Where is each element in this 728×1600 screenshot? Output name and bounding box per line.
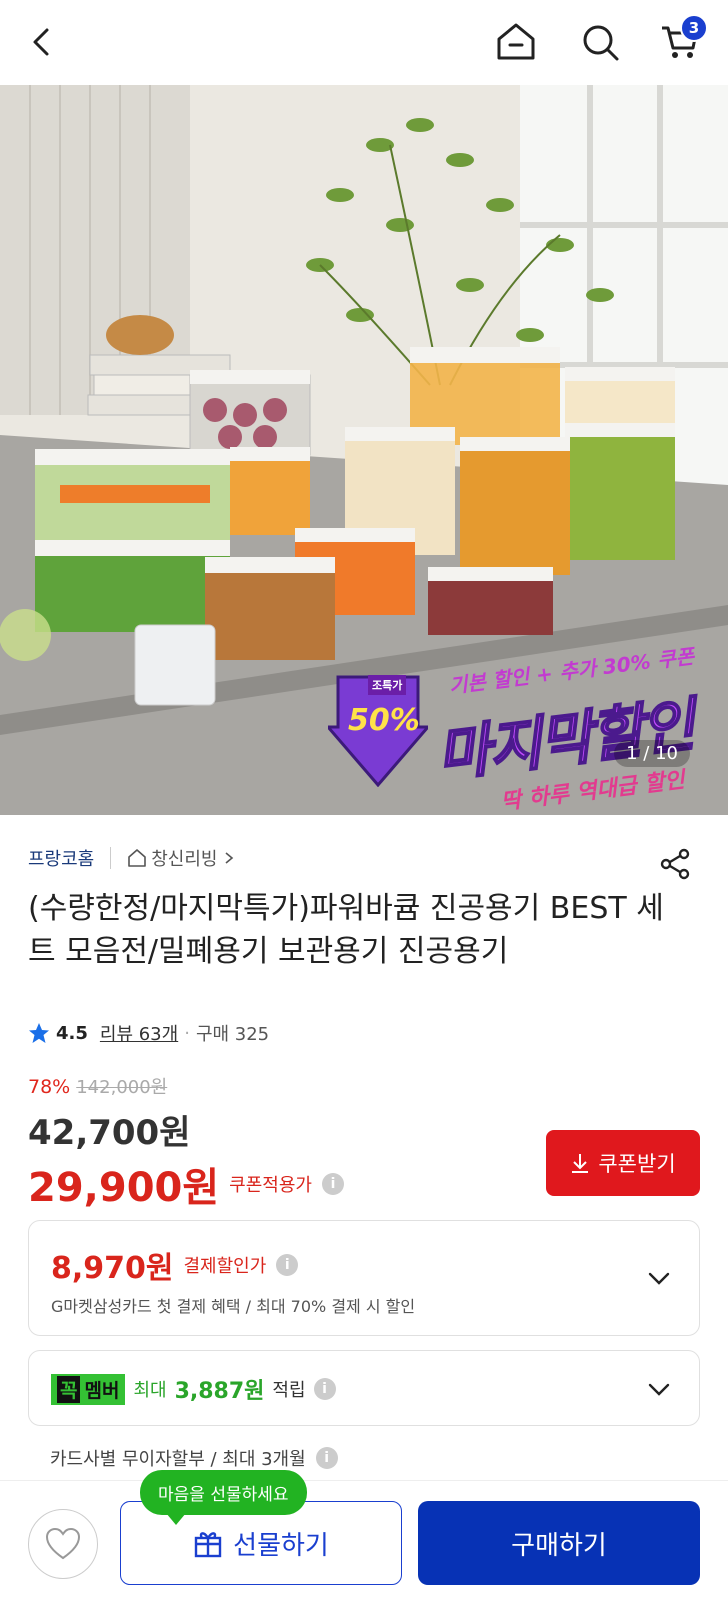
original-price: 142,000원: [76, 1077, 168, 1098]
info-icon[interactable]: i: [313, 1378, 336, 1400]
membership-card[interactable]: 꼭 멤버 최대 3,887원 적립 i: [28, 1350, 700, 1426]
chevron-down-icon: [648, 1383, 670, 1396]
chevron-right-icon: [224, 852, 233, 864]
badge-percent: 50%: [348, 703, 420, 738]
brand-row: 프랑코홈 창신리빙: [28, 843, 236, 873]
share-button[interactable]: [658, 847, 692, 881]
top-app-bar: 3: [0, 0, 728, 85]
home-button[interactable]: [488, 14, 544, 70]
membership-suffix: 적립: [272, 1380, 306, 1401]
discount-rate: 78%: [28, 1076, 71, 1098]
coupon-button-label: 쿠폰받기: [598, 1152, 676, 1176]
payment-discount-price: 8,970원: [51, 1251, 174, 1286]
divider: [110, 847, 112, 869]
coupon-price-row: 29,900원 쿠폰적용가 i: [28, 1155, 344, 1213]
badge-label: 조특가: [368, 675, 407, 695]
info-icon[interactable]: i: [321, 1173, 344, 1195]
info-icon[interactable]: i: [276, 1254, 299, 1276]
product-title: (수량한정/마지막특가)파워바큠 진공용기 BEST 세트 모음전/밀폐용기 보…: [28, 891, 664, 969]
membership-badge: 꼭 멤버: [51, 1373, 126, 1405]
membership-badge-label: 멤버: [84, 1379, 120, 1402]
membership-points: 3,887원: [174, 1379, 265, 1404]
payment-discount-label: 결제할인가: [183, 1256, 267, 1277]
gift-tooltip: 마음을 선물하세요: [140, 1470, 307, 1525]
purchase-count: 구매 325: [195, 1024, 270, 1045]
buy-button[interactable]: 구매하기: [418, 1501, 700, 1585]
payment-discount-card[interactable]: 8,970원 결제할인가 i G마켓삼성카드 첫 결제 혜택 / 최대 70% …: [28, 1220, 700, 1336]
download-icon: [572, 1154, 589, 1173]
home-icon: [497, 23, 535, 60]
discount-row: 78% 142,000원: [28, 1073, 167, 1099]
image-pager: 1 / 10: [614, 740, 690, 767]
rating-row: 4.5 리뷰 63개 · 구매 325: [28, 1020, 269, 1046]
store-name: 창신리빙: [151, 849, 218, 870]
coupon-download-button[interactable]: 쿠폰받기: [546, 1130, 700, 1196]
chevron-left-icon: [33, 28, 49, 56]
gift-icon: [194, 1532, 222, 1558]
membership-badge-k: 꼭: [57, 1375, 81, 1403]
cart-count-badge: 3: [680, 14, 708, 42]
search-icon: [583, 25, 619, 61]
search-button[interactable]: [572, 14, 628, 70]
promo-banner: 기본 할인 + 추가 30% 쿠폰 마지막할인 딱 하루 역대급 할인: [420, 644, 720, 815]
coupon-price: 29,900원: [28, 1165, 220, 1211]
sale-price: 42,700원: [28, 1113, 191, 1153]
star-icon: [29, 1023, 49, 1043]
store-home-icon: [128, 849, 147, 867]
wishlist-button[interactable]: [28, 1509, 98, 1579]
payment-discount-description: G마켓삼성카드 첫 결제 혜택 / 최대 70% 결제 시 할인: [51, 1297, 416, 1316]
heart-icon: [45, 1527, 81, 1560]
membership-prefix: 최대: [133, 1380, 167, 1401]
product-image-carousel[interactable]: 조특가 50% 기본 할인 + 추가 30% 쿠폰 마지막할인 딱 하루 역대급…: [0, 85, 728, 815]
bottom-action-bar: 선물하기 구매하기: [0, 1480, 728, 1600]
membership-row: 꼭 멤버 최대 3,887원 적립 i: [51, 1373, 336, 1405]
gift-button-label: 선물하기: [233, 1530, 329, 1561]
review-link[interactable]: 리뷰 63개: [100, 1020, 178, 1046]
info-icon[interactable]: i: [315, 1447, 338, 1469]
installment-info: 카드사별 무이자할부 / 최대 3개월 i: [50, 1445, 338, 1471]
dot-separator: ·: [184, 1022, 190, 1044]
rating-score: 4.5: [56, 1022, 88, 1044]
store-link[interactable]: 창신리빙: [127, 845, 235, 871]
payment-discount-price-row: 8,970원 결제할인가 i: [51, 1243, 299, 1287]
cart-button[interactable]: 3: [652, 14, 708, 70]
back-button[interactable]: [14, 14, 70, 70]
coupon-price-label: 쿠폰적용가: [229, 1175, 312, 1196]
chevron-down-icon: [648, 1272, 670, 1285]
brand-link[interactable]: 프랑코홈: [28, 845, 94, 871]
share-icon: [660, 848, 690, 880]
installment-text: 카드사별 무이자할부 / 최대 3개월: [50, 1449, 306, 1470]
